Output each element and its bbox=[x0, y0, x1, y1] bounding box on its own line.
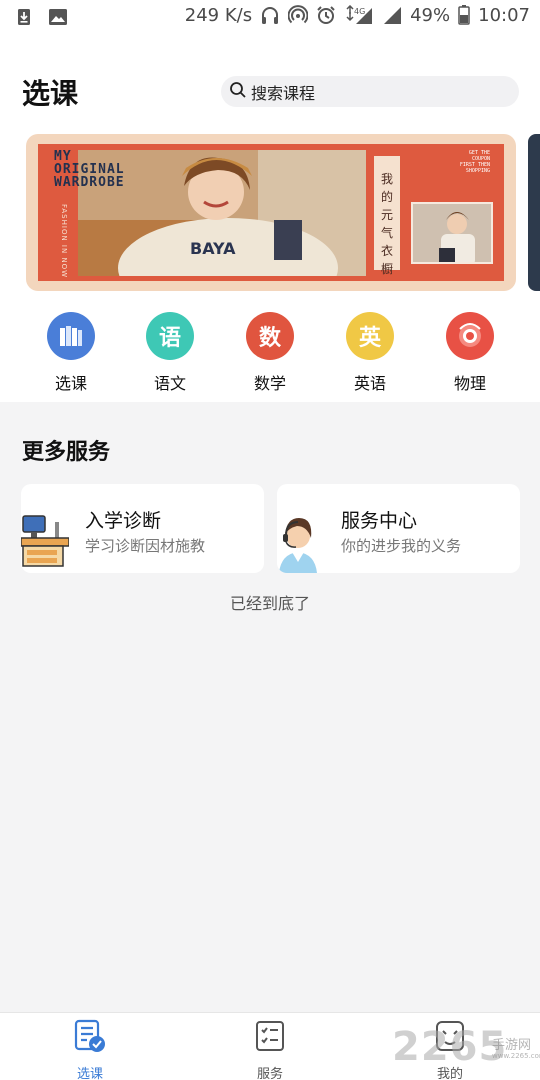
category-label: 数学 bbox=[253, 374, 286, 393]
category-label: 选课 bbox=[54, 374, 87, 393]
signal-icon bbox=[382, 4, 402, 26]
category-chinese[interactable]: 语 语文 bbox=[140, 312, 200, 394]
watermark-text: 手游网 bbox=[492, 1038, 532, 1053]
hotspot-icon bbox=[288, 4, 309, 26]
card-title: 入学诊断 bbox=[85, 510, 162, 532]
category-math[interactable]: 数 数学 bbox=[240, 312, 300, 394]
network-speed: 249 K/s bbox=[184, 4, 253, 26]
banner-tags: GET THE COUPON FIRST THEN SHOPPING bbox=[430, 150, 490, 174]
chinese-icon: 语 bbox=[146, 312, 194, 360]
category-label: 英语 bbox=[353, 374, 386, 393]
svg-text:4G: 4G bbox=[354, 7, 365, 16]
banner-vertical-char: 元 bbox=[380, 208, 393, 222]
tab-xuanke[interactable]: 选课 bbox=[60, 1019, 120, 1080]
category-english[interactable]: 英 英语 bbox=[340, 312, 400, 394]
tab-service[interactable]: 服务 bbox=[240, 1019, 300, 1080]
tab-label: 服务 bbox=[256, 1067, 283, 1080]
card-service-center[interactable]: 服务中心 你的进步我的义务 bbox=[277, 484, 520, 573]
card-subtitle: 学习诊断因材施教 bbox=[85, 537, 206, 555]
tab-label: 选课 bbox=[76, 1067, 103, 1080]
banner-thumbnail bbox=[411, 202, 493, 264]
books-icon bbox=[47, 312, 95, 360]
english-icon: 英 bbox=[346, 312, 394, 360]
math-icon: 数 bbox=[246, 312, 294, 360]
watermark-url: www.2265.com bbox=[492, 1052, 540, 1060]
category-label: 语文 bbox=[153, 374, 186, 393]
banner-headline-line: WARDROBE bbox=[54, 175, 125, 190]
physics-icon bbox=[446, 312, 494, 360]
card-title: 服务中心 bbox=[341, 510, 418, 532]
card-enrollment-diagnosis[interactable]: 入学诊断 学习诊断因材施教 bbox=[21, 484, 264, 573]
alarm-icon bbox=[316, 4, 336, 26]
page-title: 选课 bbox=[22, 77, 79, 110]
next-banner-peek[interactable] bbox=[528, 134, 540, 291]
banner-vertical-char: 衣 bbox=[380, 244, 393, 258]
svg-text:BAYA: BAYA bbox=[190, 239, 236, 258]
banner-vertical-char: 橱 bbox=[380, 262, 393, 276]
customer-service-icon bbox=[277, 512, 319, 573]
promo-banner[interactable]: BAYA MY ORIGINAL WARDROBE FASHION IN NOW… bbox=[26, 134, 516, 291]
banner-vertical-char: 我 bbox=[380, 172, 393, 186]
headphones-icon bbox=[260, 4, 280, 26]
battery-icon bbox=[458, 4, 470, 26]
signal-4g-icon: 4G bbox=[344, 4, 374, 26]
top-section: 249 K/s 4G 49% 10:07 选课 搜索课程 BAYA MY ORI… bbox=[0, 0, 540, 402]
banner-vertical-char: 气 bbox=[380, 226, 393, 240]
image-icon bbox=[48, 6, 68, 28]
category-physics[interactable]: 物理 bbox=[440, 312, 500, 394]
search-input[interactable]: 搜索课程 bbox=[221, 76, 519, 107]
search-placeholder: 搜索课程 bbox=[251, 83, 316, 103]
banner-poster: BAYA MY ORIGINAL WARDROBE FASHION IN NOW… bbox=[38, 144, 504, 281]
status-bar: 249 K/s 4G 49% 10:07 bbox=[0, 0, 540, 34]
banner-vertical-text: 我 的 元 气 衣 橱 bbox=[374, 156, 400, 276]
banner-tag: SHOPPING bbox=[465, 168, 490, 174]
battery-percent: 49% bbox=[410, 4, 451, 26]
clock: 10:07 bbox=[478, 4, 530, 26]
course-list-icon bbox=[74, 1019, 106, 1053]
desk-icon bbox=[21, 514, 70, 573]
card-subtitle: 你的进步我的义务 bbox=[341, 537, 462, 555]
category-xuanke[interactable]: 选课 bbox=[41, 312, 101, 394]
banner-vertical-char: 的 bbox=[380, 190, 393, 204]
category-label: 物理 bbox=[453, 374, 486, 393]
checklist-icon bbox=[254, 1019, 286, 1053]
search-icon bbox=[229, 81, 247, 103]
banner-headline: MY ORIGINAL WARDROBE bbox=[54, 150, 125, 189]
banner-side-text: FASHION IN NOW bbox=[60, 204, 68, 279]
end-of-list-note: 已经到底了 bbox=[229, 594, 310, 613]
watermark-logo: 2265 bbox=[392, 1024, 508, 1070]
download-icon bbox=[14, 6, 34, 28]
section-title: 更多服务 bbox=[22, 440, 111, 465]
